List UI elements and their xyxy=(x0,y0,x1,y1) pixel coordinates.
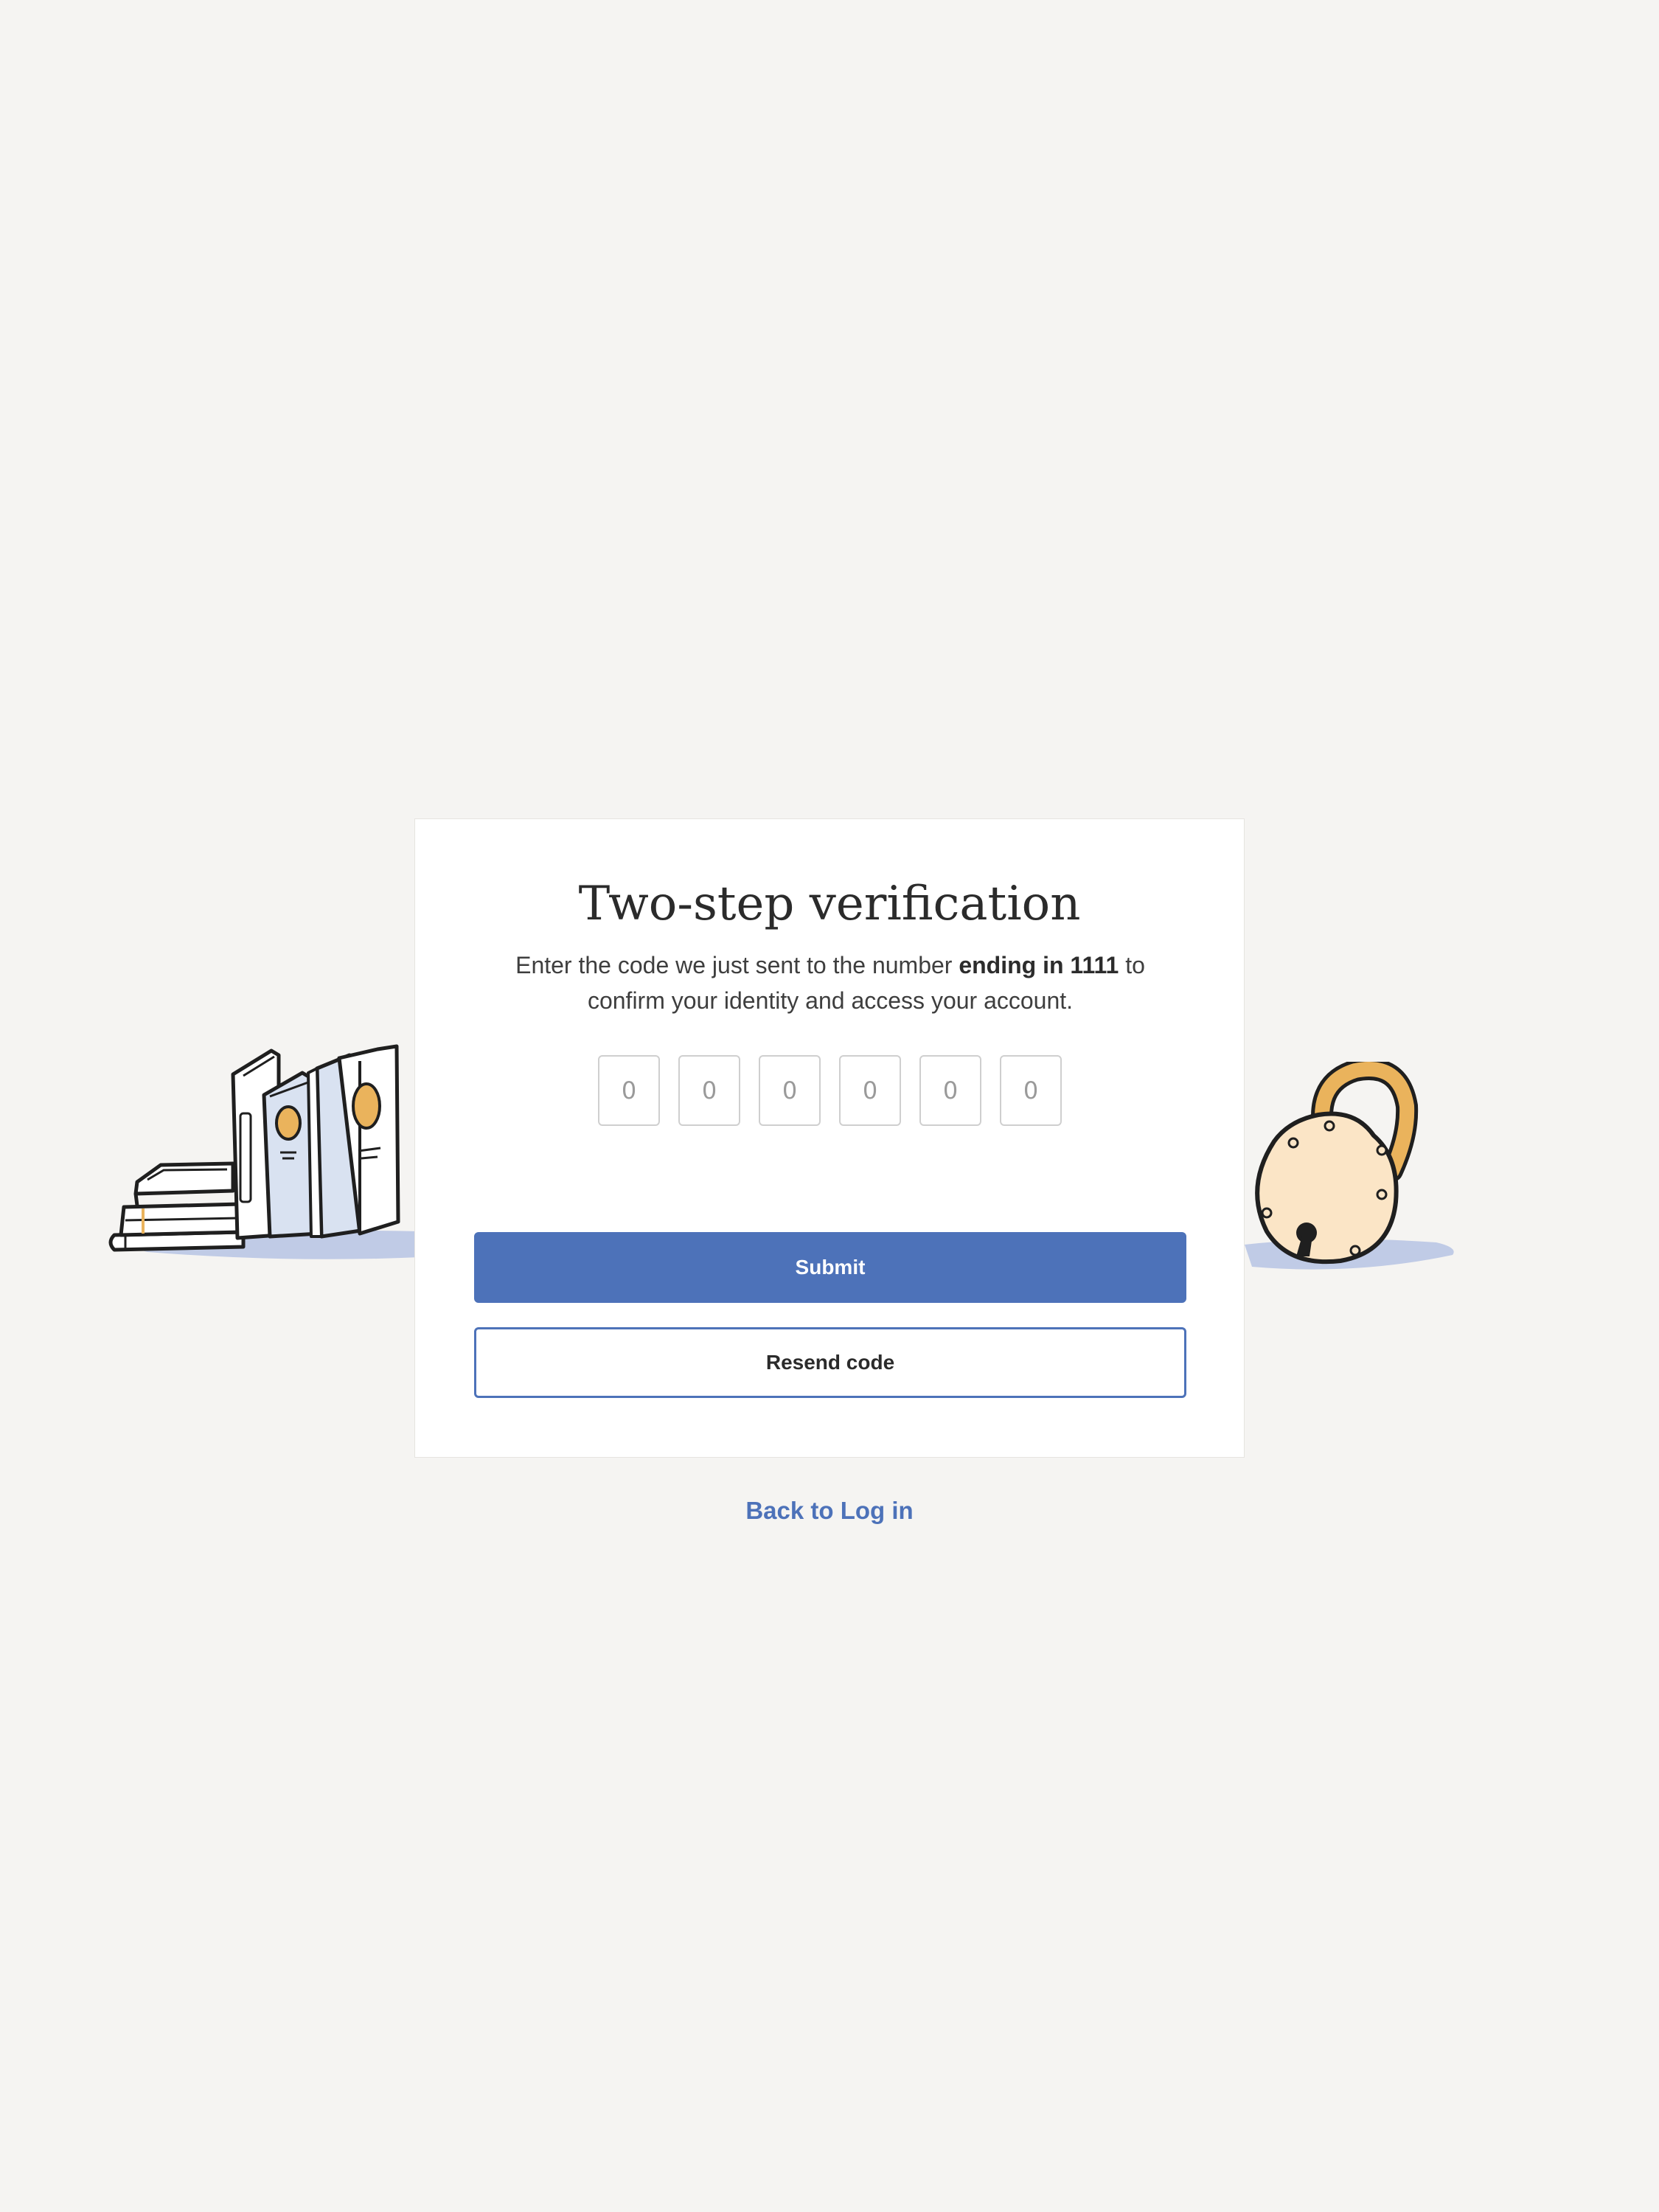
code-input-group xyxy=(598,1055,1062,1126)
page-title: Two-step verification xyxy=(578,877,1081,931)
padlock-illustration xyxy=(1245,1062,1454,1270)
code-digit-4[interactable] xyxy=(839,1055,901,1126)
verification-card: Two-step verification Enter the code we … xyxy=(414,818,1245,1458)
resend-code-button[interactable]: Resend code xyxy=(474,1327,1186,1398)
code-digit-5[interactable] xyxy=(919,1055,981,1126)
instruction-prefix: Enter the code we just sent to the numbe… xyxy=(515,952,959,978)
instruction-text: Enter the code we just sent to the numbe… xyxy=(504,947,1157,1018)
phone-ending: ending in 1111 xyxy=(959,952,1119,978)
code-digit-6[interactable] xyxy=(1000,1055,1062,1126)
code-digit-3[interactable] xyxy=(759,1055,821,1126)
code-digit-2[interactable] xyxy=(678,1055,740,1126)
back-to-login-link[interactable]: Back to Log in xyxy=(0,1497,1659,1525)
code-digit-1[interactable] xyxy=(598,1055,660,1126)
submit-button[interactable]: Submit xyxy=(474,1232,1186,1303)
books-illustration xyxy=(108,1044,420,1259)
